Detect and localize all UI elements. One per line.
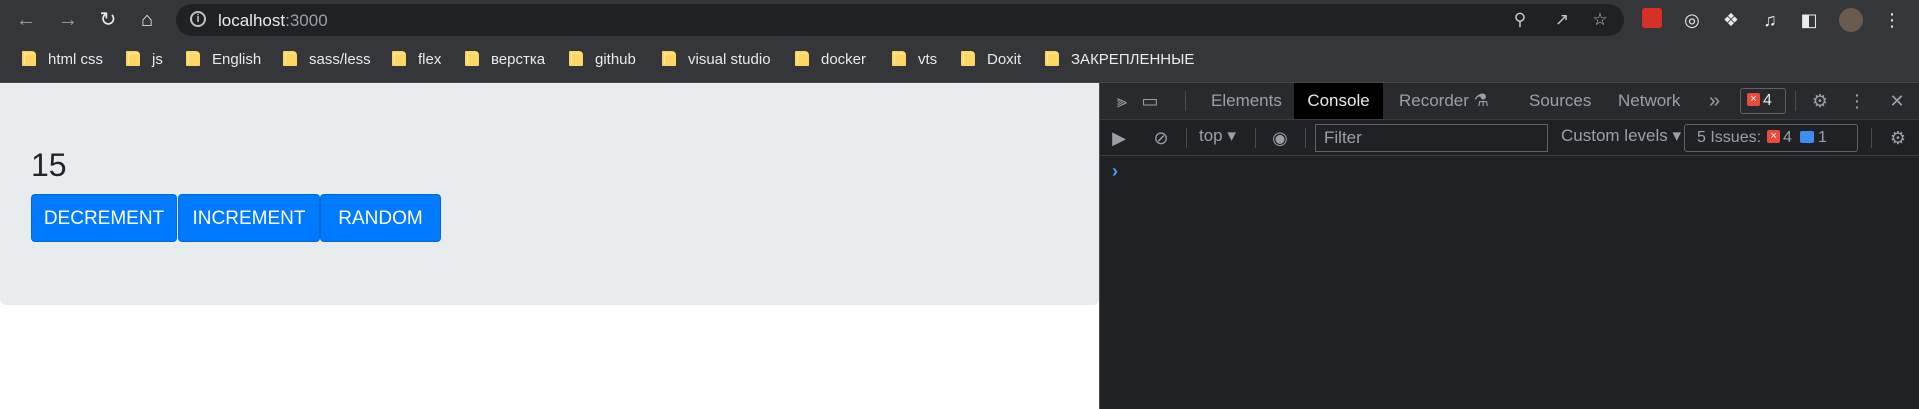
bookmark-folder[interactable]: html css [22,50,103,70]
extensions-puzzle-icon[interactable]: ❖ [1719,8,1743,32]
bookmark-folder[interactable]: верстка [465,50,545,70]
devtools-panel: ⫸ ▭ Elements Console Recorder ⚗ Sources … [1099,83,1919,409]
bookmark-folder[interactable]: sass/less [283,50,371,70]
folder-icon [892,50,906,66]
log-levels-dropdown[interactable]: Custom levels ▾ [1561,126,1681,146]
issue-info-icon [1799,130,1814,143]
tab-sources[interactable]: Sources [1529,83,1591,119]
divider [1795,91,1796,111]
decrement-button[interactable]: DECREMENT [31,194,177,242]
folder-icon [795,50,809,66]
devtools-tabbar: ⫸ ▭ Elements Console Recorder ⚗ Sources … [1100,83,1919,120]
folder-icon [662,50,676,66]
tab-elements[interactable]: Elements [1211,83,1282,119]
divider [1255,128,1256,148]
bookmark-star-icon[interactable]: ☆ [1590,10,1610,30]
extension-red-icon[interactable] [1640,8,1664,32]
folder-icon [961,50,975,66]
divider [1305,128,1306,148]
address-bar[interactable]: i localhost:3000 ⚲ ↗ ☆ [176,4,1624,36]
folder-icon [569,50,583,66]
divider [1186,128,1187,148]
close-devtools-icon[interactable]: ✕ [1885,90,1909,112]
bookmarks-bar: html css js English sass/less flex верст… [0,40,1919,83]
bookmark-folder[interactable]: flex [392,50,441,70]
folder-icon [392,50,406,66]
console-filter-input[interactable]: Filter [1315,124,1548,152]
home-icon[interactable]: ⌂ [135,8,159,32]
reload-icon[interactable]: ↻ [96,8,120,32]
share-icon[interactable]: ↗ [1552,10,1572,30]
increment-button[interactable]: INCREMENT [178,194,320,242]
tab-network[interactable]: Network [1618,83,1680,119]
settings-gear-icon[interactable]: ⚙ [1808,90,1832,112]
folder-icon [465,50,479,66]
bookmark-folder[interactable]: visual studio [662,50,771,70]
devtools-menu-icon[interactable]: ⋮ [1845,90,1869,112]
device-toolbar-icon[interactable]: ▭ [1138,90,1162,112]
media-queue-icon[interactable]: ♫ [1758,8,1782,32]
error-count-badge[interactable]: × 4 [1740,88,1786,114]
divider [1185,91,1186,111]
zoom-icon[interactable]: ⚲ [1510,10,1530,30]
sidebar-toggle-icon[interactable]: ▶ [1107,127,1131,149]
live-expression-eye-icon[interactable]: ◉ [1268,127,1292,149]
site-info-icon[interactable]: i [190,11,206,27]
random-button[interactable]: RANDOM [320,194,441,242]
bookmark-folder[interactable]: docker [795,50,866,70]
console-settings-gear-icon[interactable]: ⚙ [1886,127,1910,149]
divider [1871,128,1872,148]
counter-panel: 15 DECREMENT INCREMENT RANDOM [0,83,1099,305]
folder-icon [126,50,140,66]
folder-icon [1045,50,1059,66]
profile-avatar[interactable] [1839,8,1863,32]
page-viewport: 15 DECREMENT INCREMENT RANDOM [0,83,1099,409]
context-selector[interactable]: top ▾ [1199,126,1236,146]
folder-icon [186,50,200,66]
back-arrow-icon[interactable]: ← [14,8,38,32]
side-panel-icon[interactable]: ◧ [1797,8,1821,32]
flask-icon: ⚗ [1473,91,1489,110]
folder-icon [22,50,36,66]
counter-value: 15 [31,147,67,183]
issue-error-icon: × [1767,130,1781,144]
bookmark-folder[interactable]: github [569,50,636,70]
chrome-menu-icon[interactable]: ⋮ [1880,8,1904,32]
extension-target-icon[interactable]: ◎ [1680,8,1704,32]
tab-recorder[interactable]: Recorder ⚗ [1399,83,1489,119]
inspect-element-icon[interactable]: ⫸ [1110,90,1134,112]
clear-console-icon[interactable]: ⊘ [1149,127,1173,149]
url-text: localhost:3000 [218,11,328,30]
error-icon: × [1747,93,1760,107]
tab-console[interactable]: Console [1294,83,1383,119]
bookmark-folder[interactable]: vts [892,50,937,70]
issues-button[interactable]: 5 Issues: × 4 1 [1684,124,1858,152]
bookmark-folder[interactable]: ЗАКРЕПЛЕННЫЕ [1045,50,1194,70]
bookmark-folder[interactable]: English [186,50,261,70]
console-toolbar: ▶ ⊘ top ▾ ◉ Filter Custom levels ▾ 5 Iss… [1100,120,1919,156]
browser-toolbar: ← → ↻ ⌂ i localhost:3000 ⚲ ↗ ☆ ◎ ❖ ♫ ◧ ⋮ [0,0,1919,40]
folder-icon [283,50,297,66]
bookmark-folder[interactable]: Doxit [961,50,1021,70]
forward-arrow-icon[interactable]: → [56,8,80,32]
console-prompt[interactable]: › [1112,161,1118,182]
more-tabs-icon[interactable]: » [1709,83,1720,119]
bookmark-folder[interactable]: js [126,50,163,70]
